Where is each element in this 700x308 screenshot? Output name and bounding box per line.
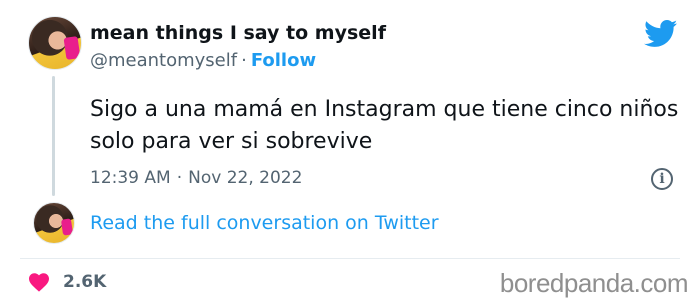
heart-icon[interactable] (27, 270, 51, 292)
date-separator: · (176, 168, 183, 188)
tweet-date: Nov 22, 2022 (188, 168, 303, 188)
avatar-phone-shape (63, 36, 81, 60)
divider (20, 258, 680, 259)
info-icon[interactable]: i (651, 168, 673, 190)
author-display-name[interactable]: mean things I say to myself (90, 22, 386, 44)
watermark-text: boredpanda.com (499, 268, 689, 298)
twitter-bird-icon[interactable] (644, 20, 678, 48)
like-count: 2.6K (63, 272, 107, 292)
thread-line (52, 76, 55, 196)
handle-separator: · (241, 50, 247, 71)
avatar-phone-shape (60, 218, 74, 236)
author-handle-row: @meantomyself · Follow (90, 50, 316, 71)
author-avatar[interactable] (28, 16, 82, 70)
reply-avatar[interactable] (33, 202, 75, 244)
tweet-text: Sigo a una mamá en Instagram que tiene c… (90, 97, 679, 154)
tweet-time: 12:39 AM (90, 168, 171, 188)
read-conversation-link[interactable]: Read the full conversation on Twitter (90, 212, 439, 234)
tweet-timestamp[interactable]: 12:39 AM · Nov 22, 2022 (90, 168, 302, 188)
follow-button[interactable]: Follow (251, 50, 316, 71)
author-handle[interactable]: @meantomyself (90, 50, 237, 71)
